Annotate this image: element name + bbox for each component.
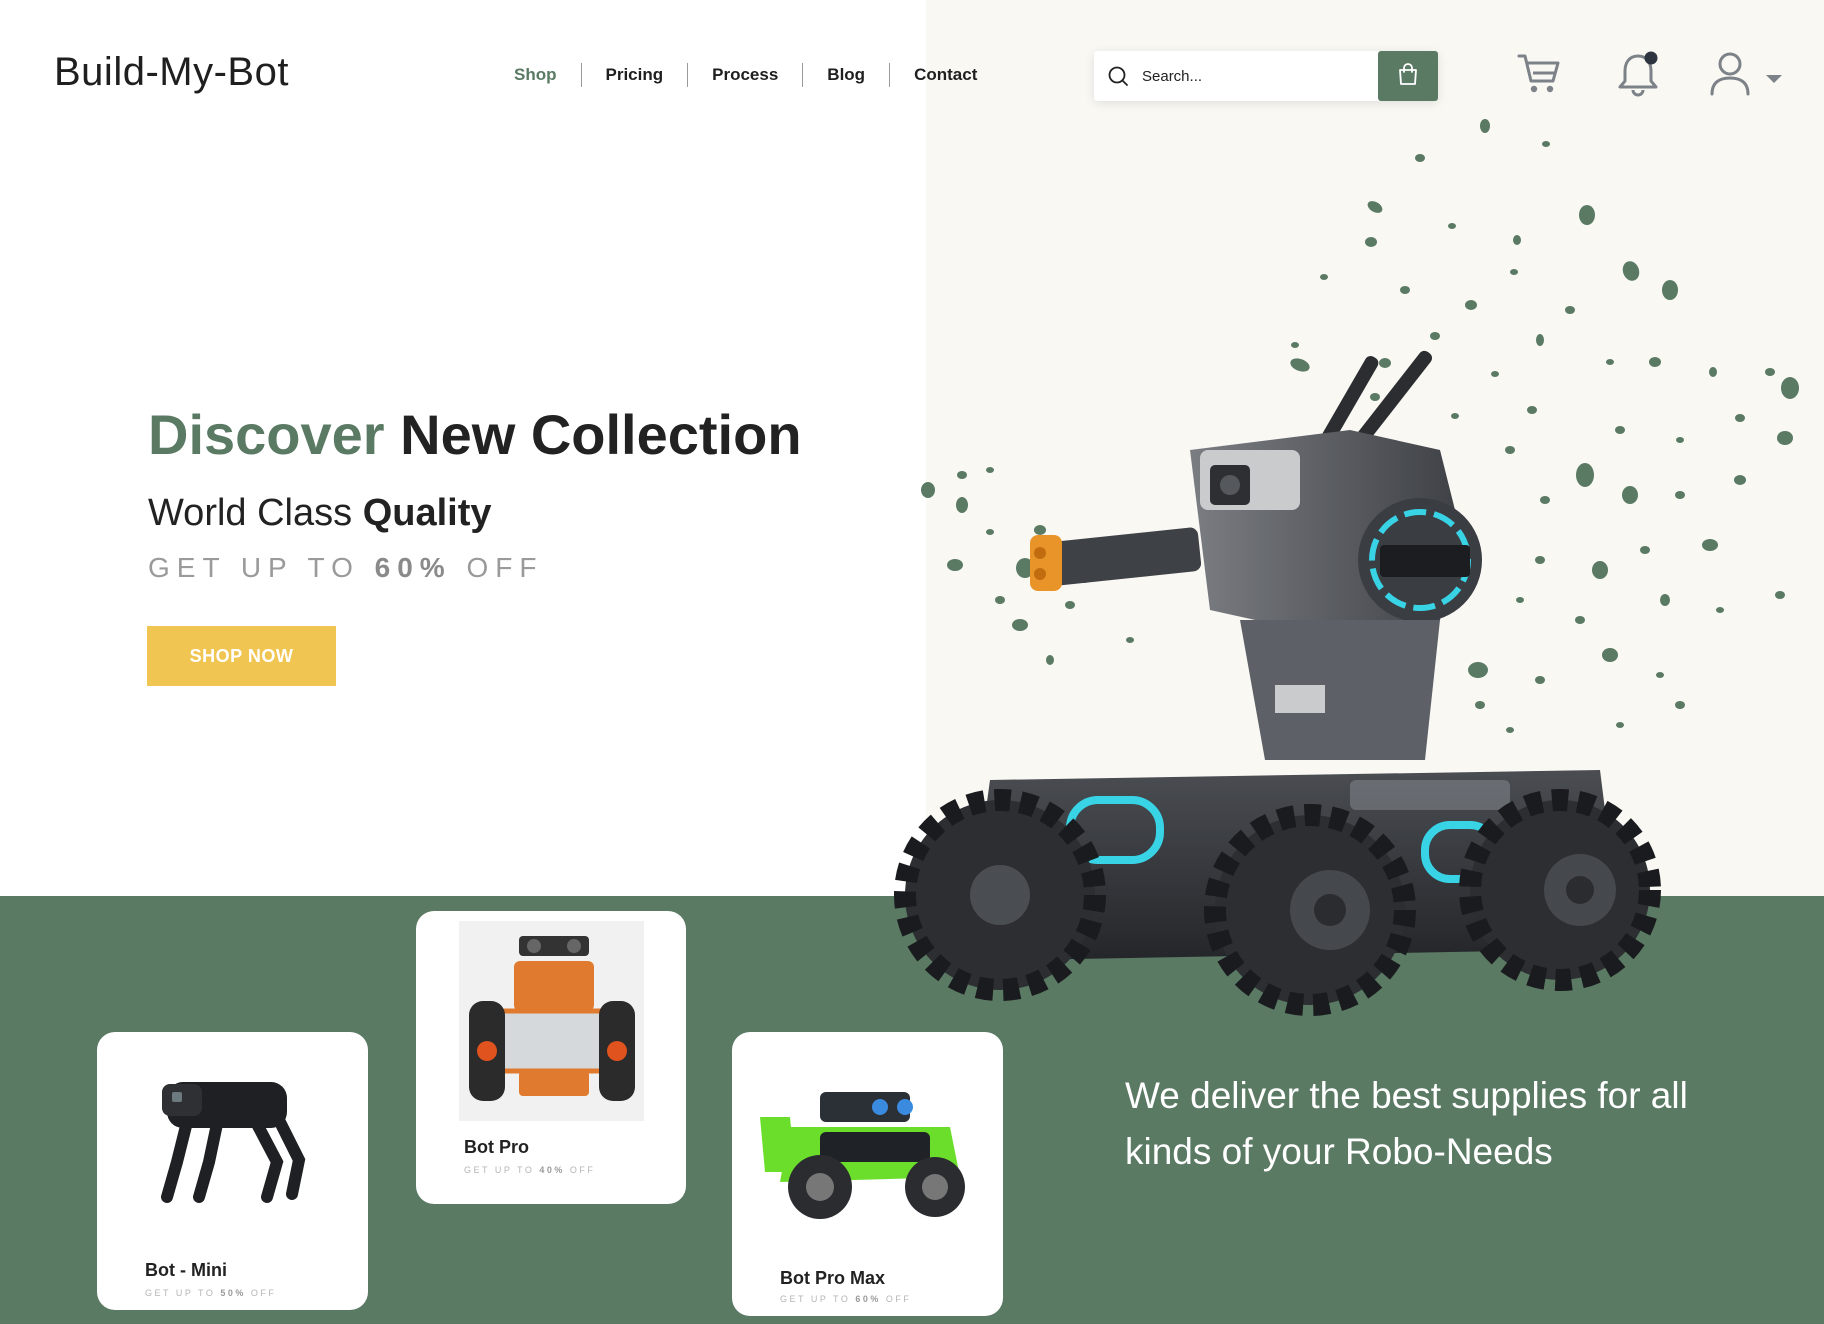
shopping-bag-icon (1395, 61, 1421, 92)
product-offer: GET UP TO 60% OFF (780, 1294, 911, 1304)
nav-item-process[interactable]: Process (688, 62, 802, 88)
product-card-bot-pro-max[interactable]: Bot Pro Max GET UP TO 60% OFF (732, 1032, 1003, 1316)
hero-subtitle: World Class Quality (148, 492, 492, 535)
product-card-bot-pro[interactable]: Bot Pro GET UP TO 40% OFF (416, 911, 686, 1204)
product-name: Bot - Mini (145, 1260, 227, 1280)
search-submit-button[interactable] (1378, 51, 1438, 101)
product-offer-percent: 50% (220, 1288, 246, 1298)
hero-title-rest: New Collection (400, 403, 802, 466)
main-nav: Shop Pricing Process Blog Contact (490, 62, 1001, 88)
product-offer-suffix: OFF (569, 1165, 596, 1175)
nav-item-blog[interactable]: Blog (803, 62, 889, 88)
hero-offer: GET UP TO 60% OFF (148, 552, 543, 584)
hero-robot-image (894, 350, 1661, 1016)
caret-down-icon[interactable] (1764, 72, 1784, 90)
search-bar (1094, 51, 1438, 101)
product-image-robot-dog (161, 1082, 306, 1203)
search-icon (1094, 51, 1142, 101)
user-icon[interactable] (1708, 50, 1754, 103)
nav-item-shop[interactable]: Shop (490, 62, 581, 88)
product-name: Bot Pro (464, 1137, 529, 1157)
hero-subtitle-regular: World Class (148, 492, 353, 534)
hero-subtitle-bold: Quality (362, 492, 492, 534)
nav-item-contact[interactable]: Contact (890, 62, 1001, 88)
brand-logo[interactable]: Build-My-Bot (54, 50, 289, 95)
nav-item-pricing[interactable]: Pricing (582, 62, 688, 88)
hero-offer-suffix: OFF (466, 552, 544, 583)
product-image-green-car-robot (760, 1092, 965, 1219)
shop-now-button[interactable]: SHOP NOW (147, 626, 336, 686)
product-offer-prefix: GET UP TO (780, 1294, 851, 1304)
product-offer-prefix: GET UP TO (464, 1165, 535, 1175)
product-image-tracked-robot (459, 921, 644, 1121)
bell-icon[interactable] (1614, 48, 1662, 103)
hero-offer-prefix: GET UP TO (148, 552, 360, 583)
product-offer-suffix: OFF (885, 1294, 912, 1304)
product-name: Bot Pro Max (780, 1268, 886, 1288)
product-offer-percent: 40% (539, 1165, 565, 1175)
product-offer-prefix: GET UP TO (145, 1288, 216, 1298)
cart-icon[interactable] (1516, 50, 1562, 101)
hero-title-accent: Discover (148, 403, 385, 466)
search-input[interactable] (1142, 61, 1372, 91)
hero-offer-percent: 60% (374, 552, 452, 583)
tagline-text: We deliver the best supplies for all kin… (1125, 1075, 1688, 1172)
product-offer: GET UP TO 40% OFF (464, 1165, 595, 1175)
product-card-bot-mini[interactable]: Bot - Mini GET UP TO 50% OFF (97, 1032, 368, 1310)
hero-title: Discover New Collection (148, 402, 802, 467)
product-offer-suffix: OFF (250, 1288, 277, 1298)
product-offer: GET UP TO 50% OFF (145, 1288, 276, 1298)
product-offer-percent: 60% (855, 1294, 881, 1304)
